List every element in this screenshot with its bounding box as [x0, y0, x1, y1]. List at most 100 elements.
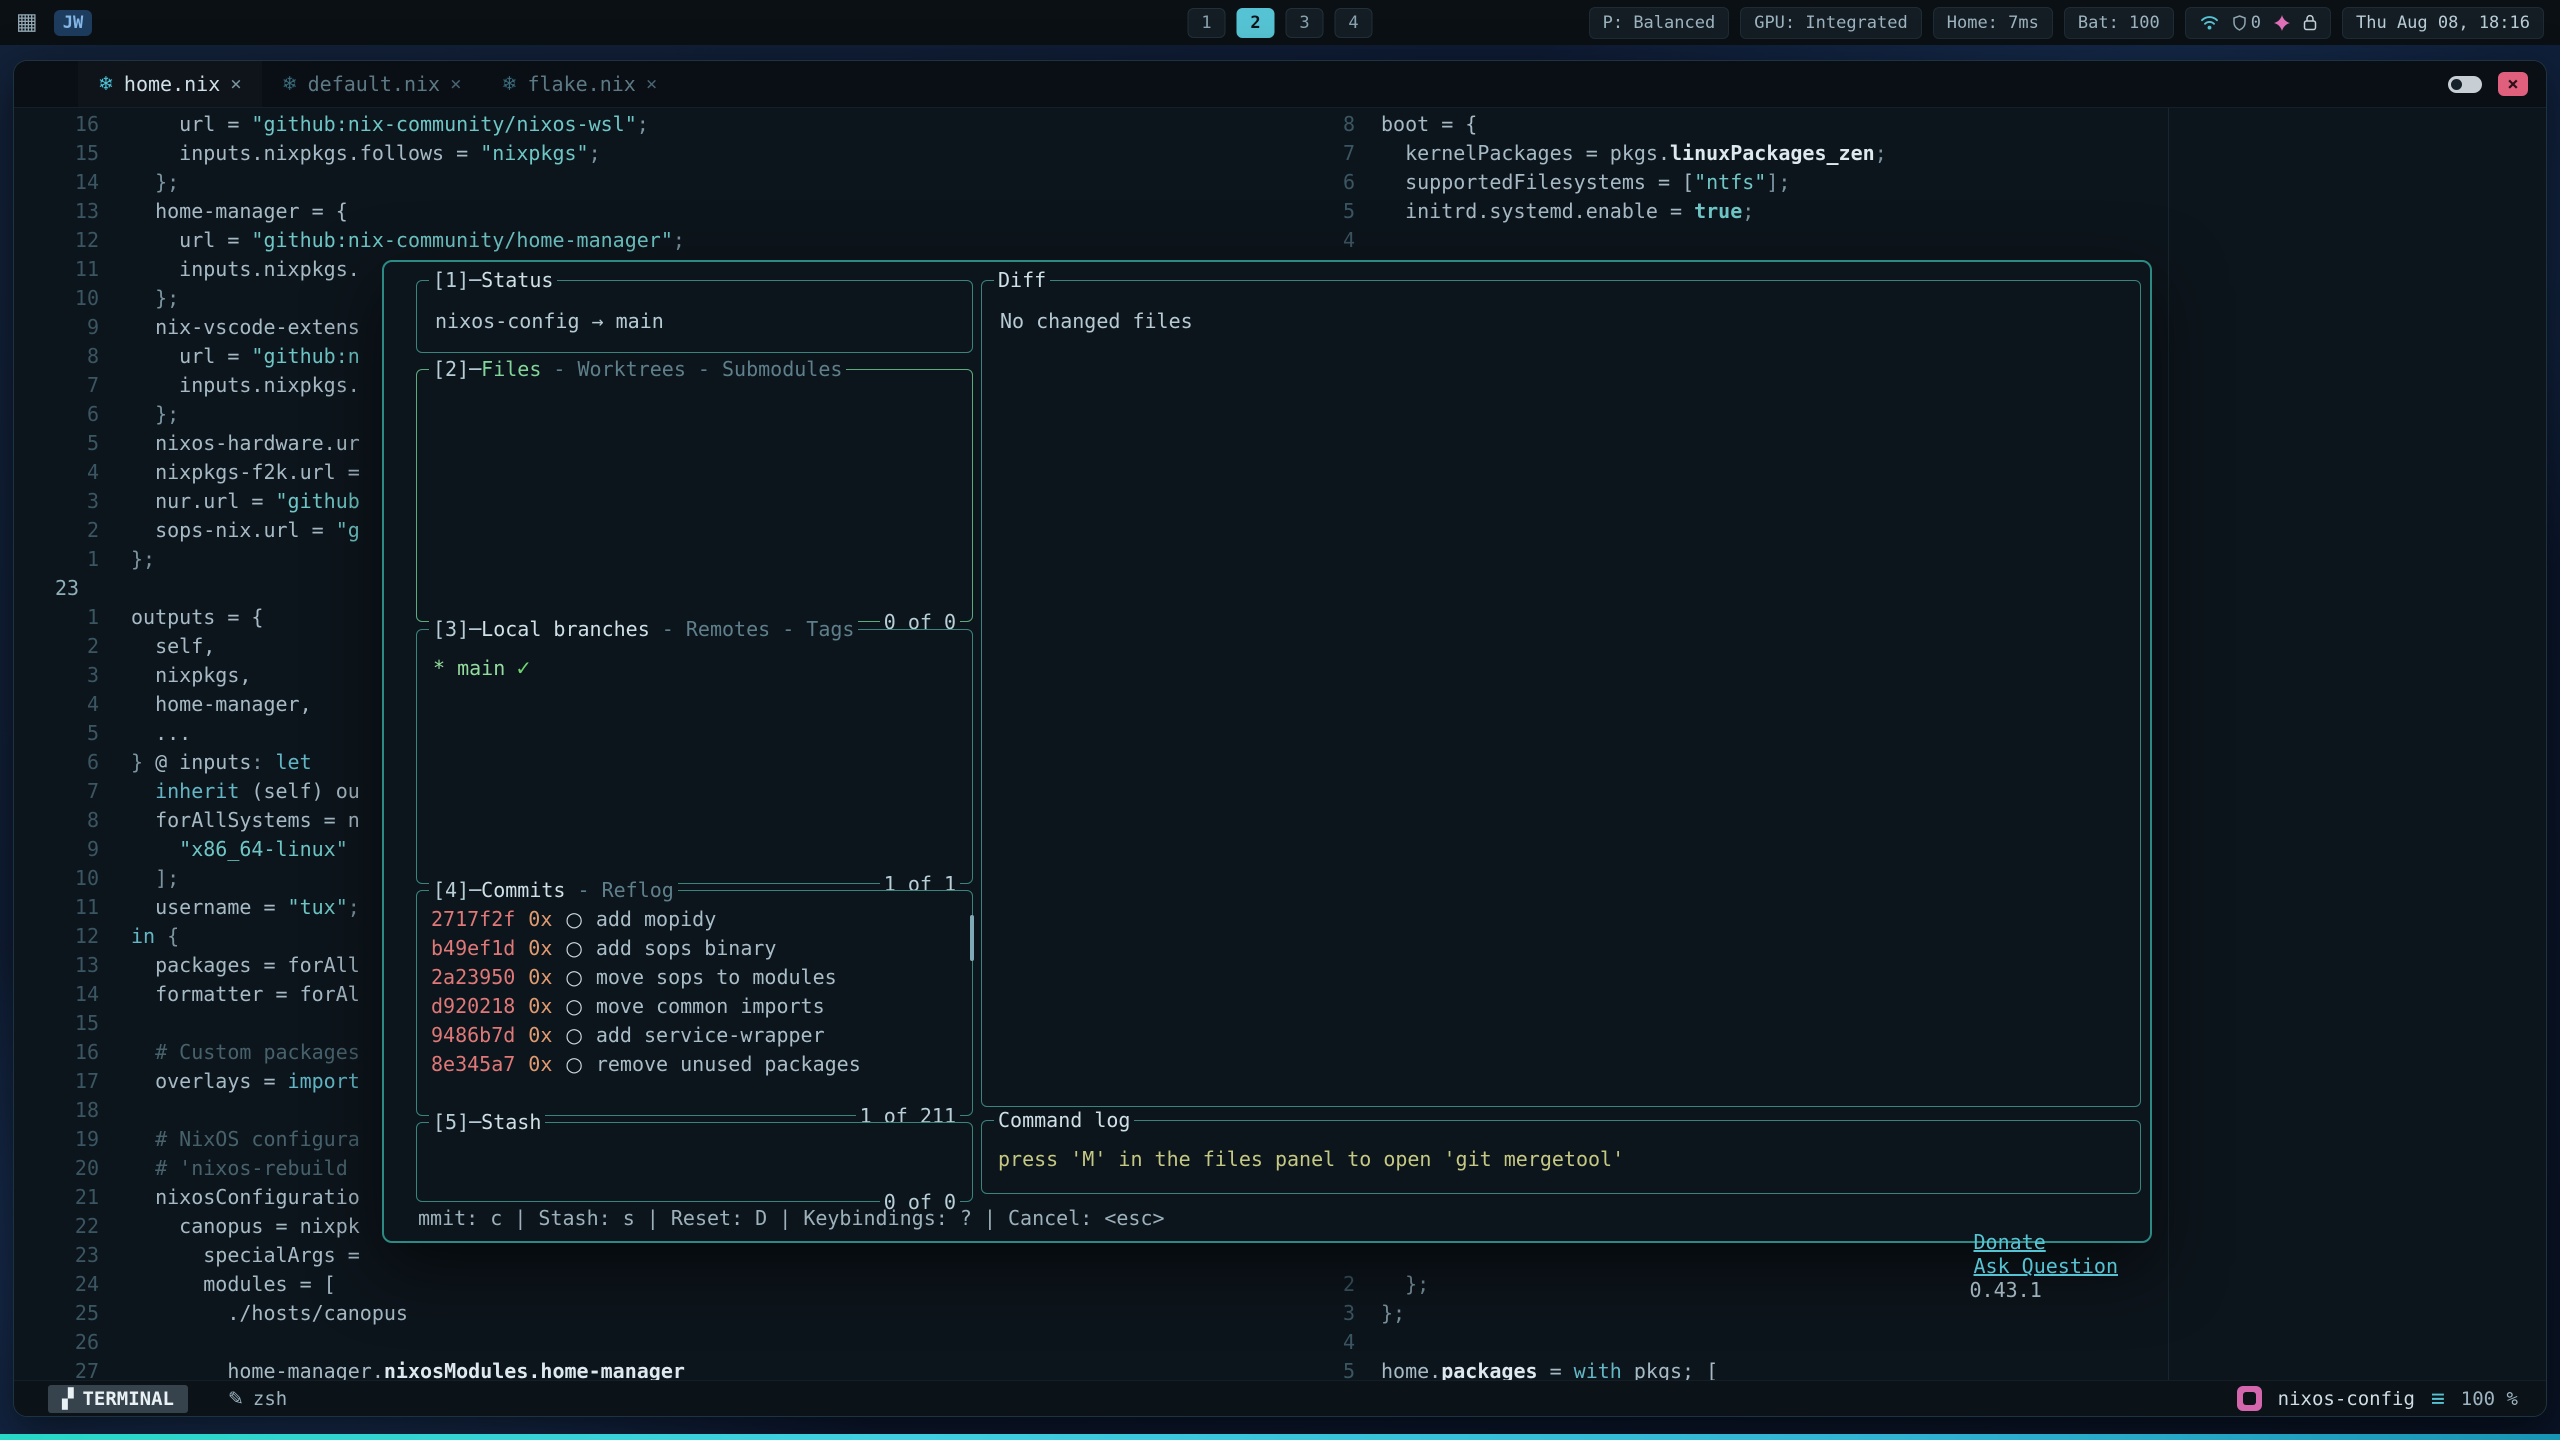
wifi-icon[interactable]: [2199, 14, 2220, 31]
user-badge[interactable]: JW: [54, 10, 92, 36]
commits-scrollbar[interactable]: [970, 915, 974, 961]
terminal-mode-icon: ▞: [62, 1388, 73, 1410]
lazygit-files-panel[interactable]: [2]─Files - Worktrees - Submodules 0 of …: [416, 369, 973, 622]
code-line[interactable]: 5home.packages = with pkgs; [: [1332, 1357, 2546, 1380]
workspace-button[interactable]: 1: [1188, 8, 1226, 38]
panel-subtabs: - Worktrees - Submodules: [541, 357, 842, 381]
code-line[interactable]: 8boot = {: [1332, 110, 2546, 139]
line-number: 10: [14, 864, 99, 893]
commit-message: add service-wrapper: [596, 1021, 825, 1050]
app-launcher-icon[interactable]: ▦: [16, 0, 38, 45]
line-number: 8: [1332, 110, 1355, 139]
line-number: 21: [14, 1183, 99, 1212]
lazygit-status-panel[interactable]: [1]─Status nixos-config → main: [416, 280, 973, 353]
mode-indicator: ▞ TERMINAL: [48, 1385, 188, 1413]
top-bar: ▦ JW 1234 P: BalancedGPU: IntegratedHome…: [0, 0, 2560, 45]
code-line[interactable]: 5 initrd.systemd.enable = true;: [1332, 197, 2546, 226]
line-number: 1: [14, 603, 99, 632]
code-line[interactable]: 16 url = "github:nix-community/nixos-wsl…: [14, 110, 1332, 139]
code-line[interactable]: 27 home-manager.nixosModules.home-manage…: [14, 1357, 1332, 1380]
workspace-button[interactable]: 2: [1237, 8, 1275, 38]
lazygit-command-log-panel[interactable]: Command log press 'M' in the files panel…: [981, 1120, 2141, 1194]
line-number: 1: [14, 545, 99, 574]
code-line[interactable]: 4: [1332, 226, 2546, 255]
panel-title: Diff: [998, 268, 1046, 292]
shield-count: 0: [2251, 13, 2261, 33]
workspaces: 1234: [1188, 8, 1373, 38]
commit-row[interactable]: 8e345a70x○remove unused packages: [431, 1050, 958, 1079]
line-number: 7: [14, 371, 99, 400]
line-number: 5: [14, 719, 99, 748]
lazygit-stash-panel[interactable]: [5]─Stash 0 of 0: [416, 1122, 973, 1202]
lazygit-commits-panel[interactable]: [4]─Commits - Reflog 2717f2f0x○add mopid…: [416, 890, 973, 1116]
commit-row[interactable]: d9202180x○move common imports: [431, 992, 958, 1021]
line-number: 15: [14, 139, 99, 168]
code-line[interactable]: 14 };: [14, 168, 1332, 197]
ask-question-link[interactable]: Ask Question: [1974, 1254, 2119, 1278]
accent-star-icon[interactable]: [2274, 15, 2290, 31]
commit-graph-node: ○: [565, 992, 582, 1021]
commit-row[interactable]: b49ef1d0x○add sops binary: [431, 934, 958, 963]
shell-tab-label: zsh: [253, 1388, 287, 1410]
code-line[interactable]: 12 url = "github:nix-community/home-mana…: [14, 226, 1332, 255]
branch-name[interactable]: * main: [433, 656, 505, 680]
session-name: nixos-config: [2278, 1388, 2415, 1410]
commit-message: remove unused packages: [596, 1050, 861, 1079]
commit-author: 0x: [528, 905, 552, 934]
commit-graph-node: ○: [565, 905, 582, 934]
line-number: 15: [14, 1009, 99, 1038]
panel-title: Command log: [998, 1108, 1130, 1132]
code-line[interactable]: 4: [1332, 1328, 2546, 1357]
line-number: 3: [14, 487, 99, 516]
session-icon: [2237, 1386, 2262, 1411]
commit-hash: d920218: [431, 992, 515, 1021]
line-number: 3: [14, 661, 99, 690]
panel-title: Files: [481, 357, 541, 381]
status-badges: P: BalancedGPU: IntegratedHome: 7msBat: …: [1589, 7, 2174, 39]
code-line[interactable]: 15 inputs.nixpkgs.follows = "nixpkgs";: [14, 139, 1332, 168]
line-number: 6: [1332, 168, 1355, 197]
lazygit-branches-panel[interactable]: [3]─Local branches - Remotes - Tags * ma…: [416, 629, 973, 884]
lock-icon[interactable]: [2303, 14, 2317, 31]
line-number: 5: [1332, 1357, 1355, 1380]
lazygit-diff-panel[interactable]: Diff No changed files: [981, 280, 2141, 1107]
status-badge: Bat: 100: [2064, 7, 2174, 39]
line-number: 25: [14, 1299, 99, 1328]
line-number: 5: [14, 429, 99, 458]
accent-strip: [0, 1434, 2560, 1440]
line-number: 19: [14, 1125, 99, 1154]
donate-link[interactable]: Donate: [1974, 1230, 2046, 1254]
line-number: 2: [14, 516, 99, 545]
panel-title: Status: [481, 268, 553, 292]
code-line[interactable]: 26: [14, 1328, 1332, 1357]
lazygit-version: 0.43.1: [1970, 1278, 2042, 1302]
list-icon[interactable]: ≡: [2431, 1386, 2445, 1412]
status-badge: Home: 7ms: [1933, 7, 2053, 39]
lazygit-keybar: mmit: c | Stash: s | Reset: D | Keybindi…: [418, 1206, 2118, 1326]
workspace-button[interactable]: 4: [1335, 8, 1373, 38]
line-number: 20: [14, 1154, 99, 1183]
line-number: 23: [14, 574, 99, 603]
code-line[interactable]: 7 kernelPackages = pkgs.linuxPackages_ze…: [1332, 139, 2546, 168]
shield-icon[interactable]: 0: [2233, 13, 2261, 33]
code-line[interactable]: 13 home-manager = {: [14, 197, 1332, 226]
panel-key: [5]─: [433, 1110, 481, 1134]
commit-row[interactable]: 9486b7d0x○add service-wrapper: [431, 1021, 958, 1050]
line-number: 27: [14, 1357, 99, 1380]
code-line[interactable]: 6 supportedFilesystems = ["ntfs"];: [1332, 168, 2546, 197]
workspace-button[interactable]: 3: [1286, 8, 1324, 38]
line-number: 9: [14, 835, 99, 864]
panel-subtabs: - Remotes - Tags: [650, 617, 855, 641]
line-number: 18: [14, 1096, 99, 1125]
commit-author: 0x: [528, 963, 552, 992]
tab-zsh[interactable]: ✎ zsh: [228, 1388, 287, 1410]
line-number: 4: [14, 458, 99, 487]
line-number: 8: [14, 806, 99, 835]
commit-row[interactable]: 2717f2f0x○add mopidy: [431, 905, 958, 934]
commit-message: move sops to modules: [596, 963, 837, 992]
mode-label: TERMINAL: [82, 1388, 174, 1410]
line-number: 16: [14, 1038, 99, 1067]
statusbar-right: nixos-config ≡ 100 %: [2237, 1386, 2546, 1412]
commit-row[interactable]: 2a239500x○move sops to modules: [431, 963, 958, 992]
commit-hash: 2717f2f: [431, 905, 515, 934]
